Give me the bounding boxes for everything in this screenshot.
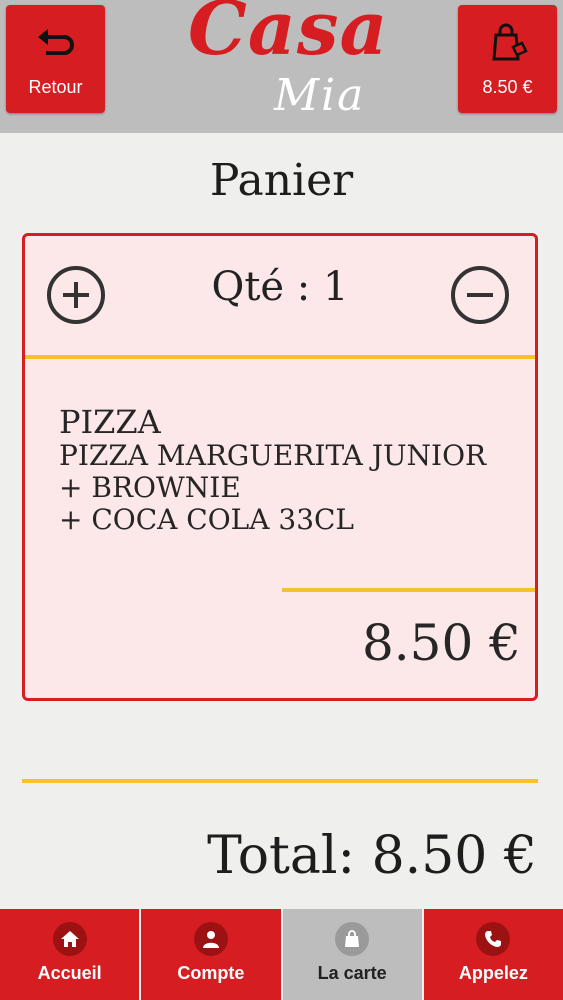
item-line: + BROWNIE — [59, 471, 241, 504]
casa-mia-logo: Casa Mia — [180, 0, 387, 133]
quantity-row: Qté : 1 — [25, 236, 535, 356]
cart-button[interactable]: 8.50 € — [458, 5, 557, 113]
home-icon — [52, 922, 87, 956]
nav-item-la-carte[interactable]: La carte — [282, 909, 422, 1000]
back-arrow-icon — [6, 21, 105, 65]
nav-label: Appelez — [458, 963, 528, 983]
cart-amount: 8.50 € — [482, 77, 533, 97]
back-button-label: Retour — [28, 77, 83, 97]
cart-item-card: Qté : 1 PIZZA PIZZA MARGUERITA JUNIOR + … — [22, 233, 538, 701]
decrease-quantity-button[interactable] — [451, 266, 509, 324]
page-title: Panier — [209, 155, 354, 206]
bottom-navigation: Accueil Compte La carte Appelez — [0, 909, 563, 1000]
item-category: PIZZA — [59, 403, 161, 441]
logo-main-text: Casa — [188, 0, 389, 72]
price-divider — [282, 588, 535, 592]
item-line: PIZZA MARGUERITA JUNIOR — [59, 439, 487, 472]
item-description: PIZZA PIZZA MARGUERITA JUNIOR + BROWNIE … — [59, 404, 529, 536]
logo-sub-text: Mia — [274, 70, 366, 121]
total-divider — [22, 779, 538, 783]
bag-icon — [335, 922, 370, 956]
shopping-bag-icon — [458, 21, 557, 65]
nav-label: La carte — [317, 963, 387, 983]
cart-total: Total: 8.50 € — [207, 826, 537, 886]
nav-label: Compte — [177, 963, 245, 983]
divider — [25, 355, 535, 359]
minus-icon — [467, 293, 493, 297]
item-price: 8.50 € — [361, 614, 521, 672]
nav-item-appelez[interactable]: Appelez — [423, 909, 563, 1000]
back-button[interactable]: Retour — [6, 5, 105, 113]
nav-item-compte[interactable]: Compte — [141, 909, 281, 1000]
item-line: + COCA COLA 33CL — [59, 503, 355, 536]
app-header: Retour Casa Mia 8.50 € — [0, 0, 563, 133]
user-icon — [193, 922, 228, 956]
nav-label: Accueil — [37, 963, 102, 983]
phone-icon — [476, 922, 511, 956]
nav-item-accueil[interactable]: Accueil — [0, 909, 140, 1000]
